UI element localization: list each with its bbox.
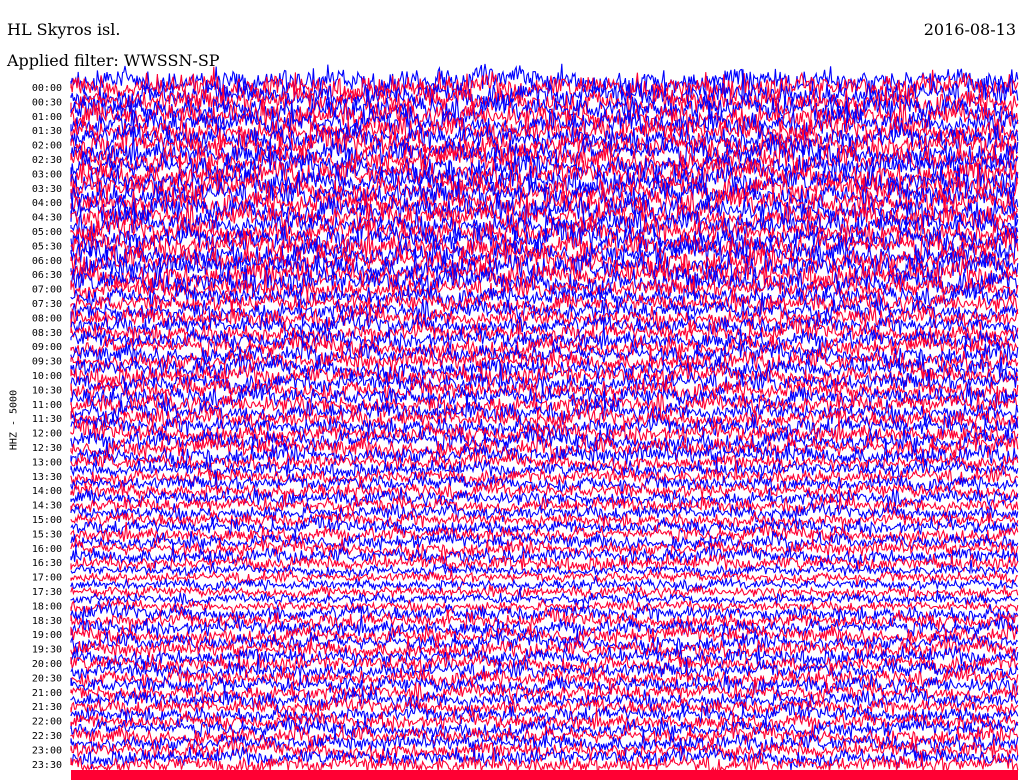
time-label-group: 00:00 00:30 01:00 01:30 02:00 02:30 03:00 03:30…: [32, 83, 62, 771]
time-tick-label: 08:30: [32, 328, 62, 339]
time-tick-label: 03:00: [32, 169, 62, 180]
time-tick-label: 02:30: [32, 155, 62, 166]
time-tick-label: 09:00: [32, 342, 62, 353]
time-tick-label: 07:00: [32, 285, 62, 296]
time-tick-label: 15:00: [32, 515, 62, 526]
time-tick-label: 20:30: [32, 673, 62, 684]
time-tick-label: 10:30: [32, 385, 62, 396]
time-tick-label: 00:30: [32, 97, 62, 108]
time-tick-label: 04:00: [32, 198, 62, 209]
time-tick-label: 10:00: [32, 371, 62, 382]
time-tick-label: 13:00: [32, 457, 62, 468]
time-tick-label: 22:00: [32, 717, 62, 728]
time-tick-label: 00:00: [32, 83, 62, 94]
time-tick-label: 08:00: [32, 313, 62, 324]
time-tick-label: 06:30: [32, 270, 62, 281]
time-tick-label: 09:30: [32, 357, 62, 368]
trace-group: [70, 63, 1019, 780]
time-tick-label: 22:30: [32, 731, 62, 742]
time-tick-label: 11:00: [32, 400, 62, 411]
time-tick-label: 16:30: [32, 558, 62, 569]
time-tick-label: 02:00: [32, 141, 62, 152]
time-tick-label: 16:00: [32, 544, 62, 555]
time-tick-label: 18:30: [32, 616, 62, 627]
time-tick-label: 23:00: [32, 745, 62, 756]
time-tick-label: 21:30: [32, 702, 62, 713]
time-tick-label: 12:00: [32, 429, 62, 440]
time-tick-label: 03:30: [32, 184, 62, 195]
time-tick-label: 19:00: [32, 630, 62, 641]
time-tick-label: 11:30: [32, 414, 62, 425]
time-tick-label: 20:00: [32, 659, 62, 670]
time-tick-label: 14:30: [32, 501, 62, 512]
time-tick-label: 13:30: [32, 472, 62, 483]
time-tick-label: 05:00: [32, 227, 62, 238]
time-tick-label: 01:30: [32, 126, 62, 137]
time-tick-label: 17:30: [32, 587, 62, 598]
time-tick-label: 01:00: [32, 112, 62, 123]
time-tick-label: 21:00: [32, 688, 62, 699]
time-tick-label: 17:00: [32, 573, 62, 584]
trace-tail: [71, 770, 1018, 780]
time-tick-label: 06:00: [32, 256, 62, 267]
time-tick-label: 18:00: [32, 601, 62, 612]
time-tick-label: 23:30: [32, 760, 62, 771]
helicorder-plot: 00:00 00:30 01:00 01:30 02:00 02:30 03:00 03:30…: [32, 63, 1019, 780]
time-tick-label: 14:00: [32, 486, 62, 497]
time-tick-label: 12:30: [32, 443, 62, 454]
time-tick-label: 15:30: [32, 529, 62, 540]
time-tick-label: 07:30: [32, 299, 62, 310]
time-tick-label: 04:30: [32, 213, 62, 224]
time-tick-label: 19:30: [32, 645, 62, 656]
time-tick-label: 05:30: [32, 241, 62, 252]
